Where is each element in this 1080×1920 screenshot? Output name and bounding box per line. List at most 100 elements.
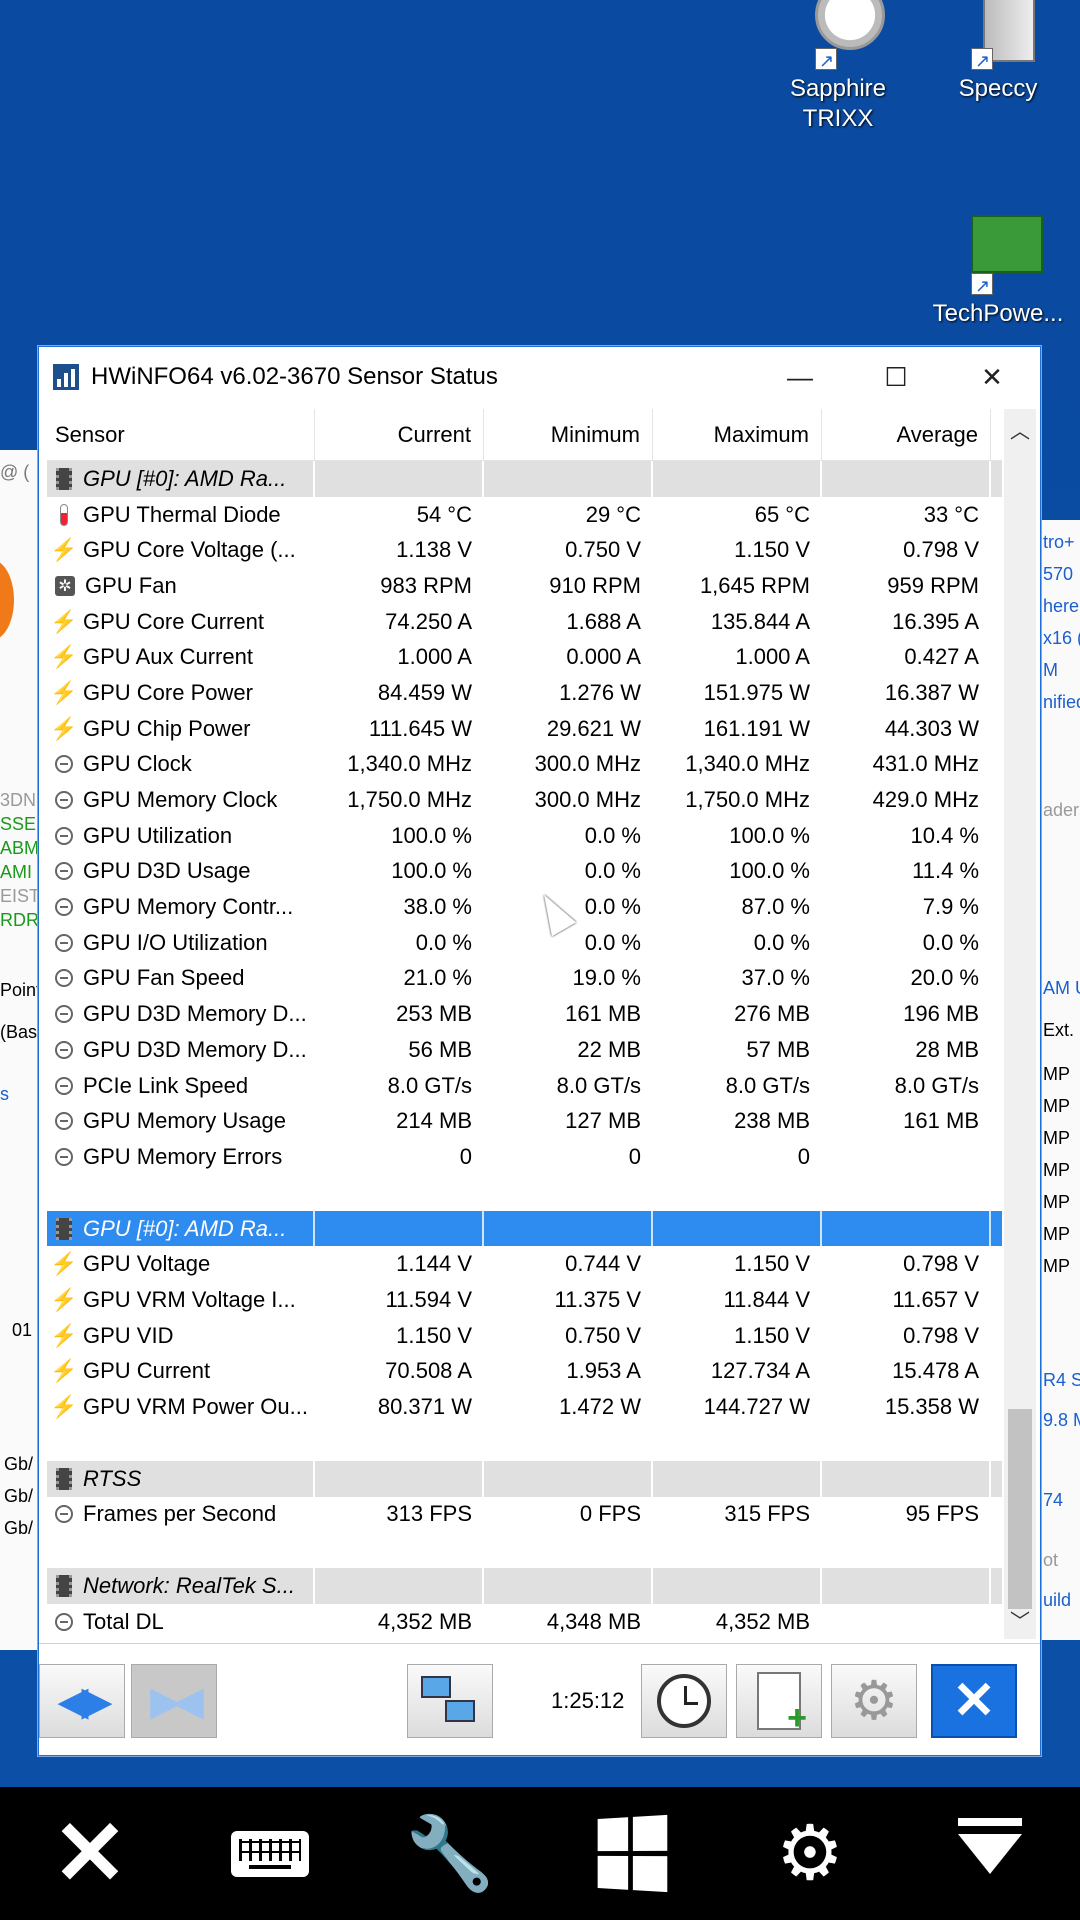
bg-fragment: MP <box>1043 1192 1070 1212</box>
sensor-name: GPU Clock <box>83 751 192 777</box>
sensor-row[interactable]: GPU Utilization 100.0 % 0.0 % 100.0 % 10… <box>47 818 1002 854</box>
sensor-name: GPU Fan Speed <box>83 965 245 991</box>
chip-icon <box>56 1467 72 1490</box>
sensor-row[interactable]: PCIe Link Speed 8.0 GT/s 8.0 GT/s 8.0 GT… <box>47 1068 1002 1104</box>
gauge-clock-icon <box>55 969 73 988</box>
sensor-row[interactable]: ⚡ GPU VRM Voltage I... 11.594 V 11.375 V … <box>47 1282 1002 1318</box>
sensor-group-header[interactable]: Network: RealTek S... <box>47 1568 1002 1604</box>
maximum-value: 0 <box>797 1143 810 1169</box>
desktop-icon-speccy[interactable]: Speccy <box>928 0 1068 104</box>
windows-start-button[interactable] <box>580 1804 680 1904</box>
sensor-row[interactable]: ⚡ GPU VRM Power Ou... 80.371 W 1.472 W 14… <box>47 1389 1002 1425</box>
column-header-average[interactable]: Average <box>822 409 991 460</box>
sensor-group-header[interactable]: GPU [#0]: AMD Ra... <box>47 461 1002 497</box>
maximum-value: 127.734 A <box>710 1358 810 1384</box>
gauge-clock-icon <box>55 1076 73 1095</box>
logging-button[interactable] <box>736 1664 822 1738</box>
minimize-button[interactable]: — <box>752 347 848 407</box>
scroll-up-icon[interactable]: ︿ <box>1004 409 1036 449</box>
maximum-value: 1,750.0 MHz <box>685 787 810 813</box>
maximum-value: 151.975 W <box>703 679 810 705</box>
desktop-icon-sapphire-trixx[interactable]: Sapphire TRIXX <box>768 0 908 134</box>
column-header-maximum[interactable]: Maximum <box>653 409 822 460</box>
sensor-row[interactable]: GPU Fan Speed 21.0 % 19.0 % 37.0 % 20.0 … <box>47 961 1002 997</box>
sensor-row[interactable]: GPU Memory Usage 214 MB 127 MB 238 MB 16… <box>47 1103 1002 1139</box>
sensor-row[interactable]: ✲ GPU Fan 983 RPM 910 RPM 1,645 RPM 959 R… <box>47 568 1002 604</box>
collapse-columns-button[interactable]: ▶◀ <box>131 1664 217 1738</box>
maximize-button[interactable]: ☐ <box>848 347 944 407</box>
column-header-current[interactable]: Current <box>315 409 484 460</box>
sensor-row[interactable]: ⚡ GPU Core Power 84.459 W 1.276 W 151.975… <box>47 675 1002 711</box>
expand-columns-button[interactable]: ◀▶ <box>39 1664 125 1738</box>
bg-fragment: Gb/ <box>4 1454 34 1474</box>
sensor-row[interactable]: Total DL 4,352 MB 4,348 MB 4,352 MB <box>47 1604 1002 1639</box>
disconnect-button[interactable]: ✕ <box>40 1804 140 1904</box>
sensor-row[interactable]: GPU Memory Errors 0 0 0 <box>47 1139 1002 1175</box>
settings-button[interactable]: ⚙ <box>831 1664 917 1738</box>
clock-icon <box>657 1674 711 1728</box>
current-value: 1,750.0 MHz <box>347 787 472 813</box>
column-header-minimum[interactable]: Minimum <box>484 409 653 460</box>
close-button[interactable]: ✕ <box>944 347 1040 407</box>
sensor-row[interactable]: ⚡ GPU Core Voltage (... 1.138 V 0.750 V 1… <box>47 532 1002 568</box>
sensor-row[interactable]: GPU I/O Utilization 0.0 % 0.0 % 0.0 % 0.… <box>47 925 1002 961</box>
expand-arrows-icon: ◀▶ <box>58 1680 112 1723</box>
keyboard-button[interactable] <box>220 1804 320 1904</box>
network-button[interactable] <box>407 1664 493 1738</box>
bg-fragment: here <box>1043 596 1080 616</box>
minimum-value: 127 MB <box>565 1108 641 1134</box>
minimum-value: 8.0 GT/s <box>556 1072 641 1098</box>
close-icon: ✕ <box>952 1672 996 1730</box>
desktop-icon-techpowerup[interactable]: TechPowe... <box>928 205 1068 329</box>
close-icon: ✕ <box>52 1803 128 1904</box>
settings-button[interactable]: ⚙ <box>760 1804 860 1904</box>
minimum-value: 0.750 V <box>565 537 641 563</box>
current-value: 21.0 % <box>403 965 473 991</box>
chip-icon <box>56 1575 72 1598</box>
scrollbar-thumb[interactable] <box>1008 1409 1032 1609</box>
bg-logo <box>0 560 14 640</box>
sensor-row[interactable]: GPU Memory Clock 1,750.0 MHz 300.0 MHz 1… <box>47 782 1002 818</box>
sensor-group-header[interactable]: GPU [#0]: AMD Ra... <box>47 1210 1002 1247</box>
average-value: 15.478 A <box>892 1358 979 1384</box>
sensor-group-header[interactable]: RTSS <box>47 1460 1002 1497</box>
minimum-value: 0.0 % <box>584 929 641 955</box>
voltage-bolt-icon: ⚡ <box>50 1251 78 1277</box>
sensor-row[interactable]: GPU D3D Memory D... 56 MB 22 MB 57 MB 28… <box>47 1032 1002 1068</box>
sensor-row[interactable]: Frames per Second 313 FPS 0 FPS 315 FPS … <box>47 1497 1002 1533</box>
table-header: Sensor Current Minimum Maximum Average <box>47 409 1002 461</box>
maximum-value: 1.150 V <box>734 537 810 563</box>
bg-fragment: s <box>0 1084 9 1104</box>
sensor-row[interactable]: GPU D3D Usage 100.0 % 0.0 % 100.0 % 11.4… <box>47 854 1002 890</box>
sensor-row[interactable]: ⚡ GPU VID 1.150 V 0.750 V 1.150 V 0.798 V <box>47 1318 1002 1354</box>
average-value <box>822 1604 991 1639</box>
close-sensors-button[interactable]: ✕ <box>931 1664 1017 1738</box>
minimum-value: 1.472 W <box>559 1394 641 1420</box>
hide-toolbar-button[interactable] <box>940 1804 1040 1904</box>
column-header-sensor[interactable]: Sensor <box>47 409 315 460</box>
maximum-value: 37.0 % <box>741 965 811 991</box>
bg-fragment: Gb/ <box>4 1486 34 1506</box>
reset-timer-button[interactable] <box>641 1664 727 1738</box>
sensor-name: GPU Thermal Diode <box>83 501 281 527</box>
sensor-row[interactable]: ⚡ GPU Voltage 1.144 V 0.744 V 1.150 V 0.7… <box>47 1246 1002 1282</box>
scroll-down-icon[interactable]: ﹀ <box>1004 1599 1036 1639</box>
sensor-name: GPU Chip Power <box>83 715 251 741</box>
bg-fragment: Gb/ <box>4 1518 34 1538</box>
sensor-row[interactable]: ⚡ GPU Core Current 74.250 A 1.688 A 135.8… <box>47 604 1002 640</box>
sensor-row[interactable]: GPU Clock 1,340.0 MHz 300.0 MHz 1,340.0 … <box>47 747 1002 783</box>
vertical-scrollbar[interactable]: ︿ ﹀ <box>1004 409 1036 1639</box>
collapse-arrows-icon: ▶◀ <box>150 1680 204 1723</box>
title-bar[interactable]: HWiNFO64 v6.02-3670 Sensor Status — ☐ ✕ <box>39 347 1040 407</box>
tools-button[interactable]: 🔧 <box>400 1804 500 1904</box>
current-value: 1.150 V <box>396 1322 472 1348</box>
sensor-row[interactable]: GPU Memory Contr... 38.0 % 0.0 % 87.0 % … <box>47 889 1002 925</box>
sensor-row[interactable]: ⚡ GPU Aux Current 1.000 A 0.000 A 1.000 A… <box>47 639 1002 675</box>
sensor-row[interactable]: ⚡ GPU Chip Power 111.645 W 29.621 W 161.1… <box>47 711 1002 747</box>
sensor-row[interactable]: GPU Thermal Diode 54 °C 29 °C 65 °C 33 °… <box>47 497 1002 533</box>
sensor-row[interactable]: GPU D3D Memory D... 253 MB 161 MB 276 MB… <box>47 996 1002 1032</box>
sensor-name: GPU Current <box>83 1358 211 1384</box>
sensor-row[interactable]: ⚡ GPU Current 70.508 A 1.953 A 127.734 A … <box>47 1354 1002 1390</box>
bg-fragment: AMI <box>0 862 33 882</box>
